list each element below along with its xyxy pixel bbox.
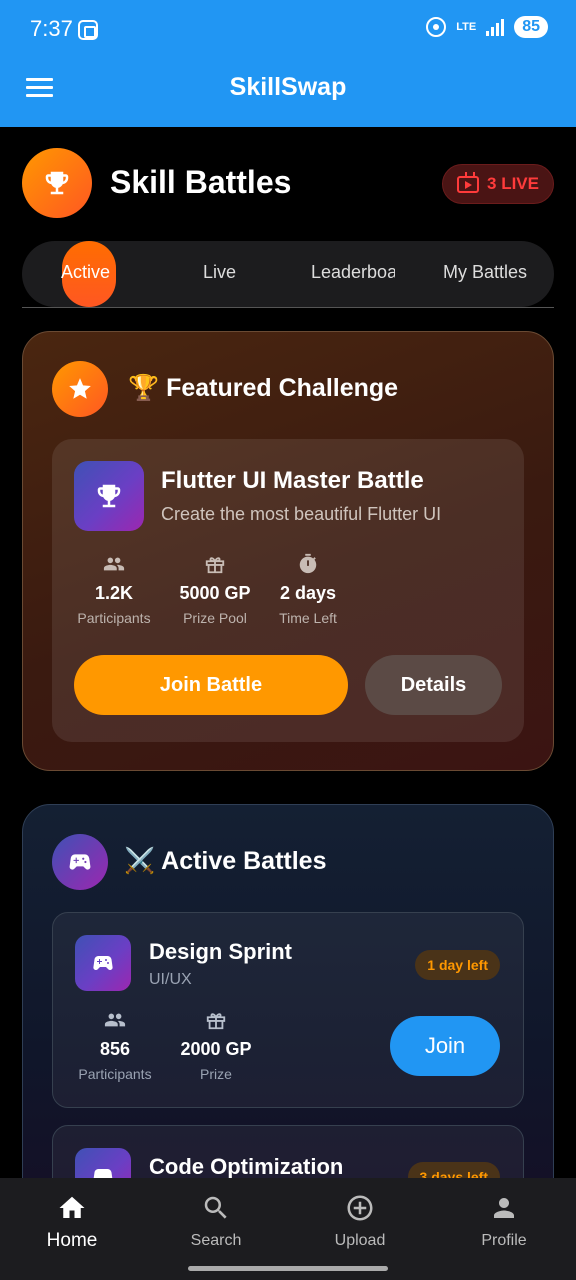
battle-subtitle: Create the most beautiful Flutter UI (161, 504, 442, 524)
hotspot-icon (426, 17, 447, 37)
search-icon (156, 1192, 276, 1224)
status-indicators: LTE 85 (426, 16, 548, 38)
stat-label: Time Left (279, 610, 337, 626)
battle-name: Flutter UI Master Battle (161, 467, 424, 494)
nav-label: Home (46, 1230, 98, 1251)
stat-label: Participants (78, 1066, 152, 1082)
active-section-title: ⚔️ Active Battles (124, 847, 327, 875)
details-button[interactable]: Details (365, 655, 502, 715)
featured-section-title: 🏆 Featured Challenge (128, 374, 399, 402)
people-icon (64, 553, 164, 575)
tab-my-battles[interactable]: My Battles (443, 262, 529, 283)
star-icon (52, 361, 108, 417)
join-battle-button[interactable]: Join Battle (74, 655, 348, 715)
timer-icon (258, 553, 358, 575)
stat-prize: 2000 GP Prize (166, 1009, 266, 1082)
stat-value: 5000 GP (179, 583, 251, 603)
time-left-badge: 1 day left (415, 950, 500, 980)
stat-value: 2000 GP (180, 1039, 252, 1059)
signal-icon (486, 18, 505, 36)
nav-label: Upload (334, 1232, 386, 1249)
status-bar: 7:37 LTE 85 (0, 0, 576, 60)
gamepad-icon (52, 834, 108, 890)
battle-trophy-icon (74, 461, 144, 531)
tab-leaderboard[interactable]: Leaderboard (311, 262, 395, 283)
stat-value: 1.2K (94, 583, 134, 603)
home-icon (12, 1192, 132, 1224)
status-time: 7:37 (30, 16, 73, 41)
gift-icon (166, 1009, 266, 1031)
battle-title: Code Optimization (149, 1154, 344, 1179)
nav-label: Profile (481, 1232, 527, 1249)
battle-category: UI/UX (149, 971, 192, 988)
gift-icon (165, 553, 265, 575)
app-title: SkillSwap (229, 73, 347, 101)
network-type: LTE (456, 21, 477, 33)
trophy-icon (22, 148, 92, 218)
tab-live[interactable]: Live (203, 262, 236, 283)
gesture-bar (188, 1266, 388, 1271)
battery-indicator: 85 (514, 16, 548, 38)
app-bar: 7:37 LTE 85 SkillSwap (0, 0, 576, 127)
stat-label: Participants (77, 610, 151, 626)
featured-challenge-card: 🏆 Featured Challenge Flutter UI Master B… (22, 331, 554, 771)
page-title: Skill Battles (110, 164, 292, 200)
nav-search[interactable]: Search (156, 1192, 276, 1250)
battle-gamepad-icon (75, 935, 131, 991)
featured-battle[interactable]: Flutter UI Master Battle Create the most… (52, 439, 524, 742)
screenshot-icon (78, 20, 98, 40)
add-circle-icon (300, 1192, 420, 1224)
stat-participants: 1.2K Participants (64, 553, 164, 626)
stat-label: Prize (200, 1066, 232, 1082)
nav-home[interactable]: Home (12, 1192, 132, 1252)
tab-active[interactable]: Active (61, 262, 110, 283)
stat-value: 2 days (279, 583, 337, 603)
person-icon (444, 1192, 564, 1224)
live-count: 3 LIVE (487, 174, 539, 193)
stat-value: 856 (99, 1039, 131, 1059)
nav-profile[interactable]: Profile (444, 1192, 564, 1250)
stat-participants: 856 Participants (65, 1009, 165, 1082)
battle-tabs: Active Live Leaderboard My Battles (22, 241, 554, 307)
join-button[interactable]: Join (390, 1016, 500, 1076)
people-icon (65, 1009, 165, 1031)
stat-time-left: 2 days Time Left (258, 553, 358, 626)
live-tv-icon (457, 175, 480, 193)
battle-item[interactable]: Design Sprint UI/UX 1 day left 856 Parti… (52, 912, 524, 1108)
tabs-divider (22, 307, 554, 308)
stat-prize-pool: 5000 GP Prize Pool (165, 553, 265, 626)
bottom-navigation: Home Search Upload Profile (0, 1178, 576, 1280)
stat-label: Prize Pool (183, 610, 247, 626)
live-badge[interactable]: 3 LIVE (442, 164, 554, 204)
nav-label: Search (190, 1232, 242, 1249)
nav-upload[interactable]: Upload (300, 1192, 420, 1250)
battle-title: Design Sprint (149, 939, 293, 964)
active-battles-card: ⚔️ Active Battles Design Sprint UI/UX 1 … (22, 804, 554, 1245)
